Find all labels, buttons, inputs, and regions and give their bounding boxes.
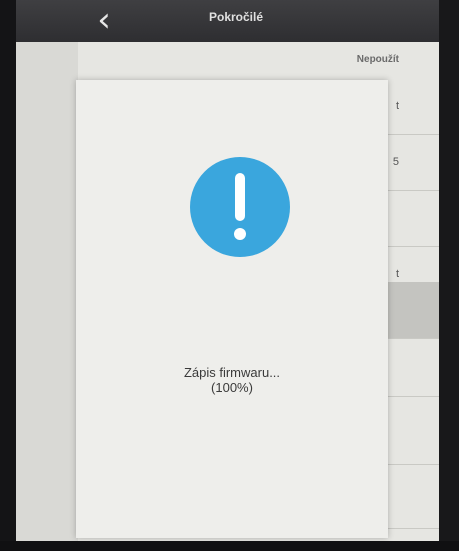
device-bezel-left <box>0 0 16 551</box>
setting-value-top: Nepoužít <box>356 54 399 65</box>
progress-message: Zápis firmwaru... (100%) <box>76 365 388 395</box>
chevron-left-icon: ‹ <box>97 0 111 40</box>
progress-percent-text: (100%) <box>211 380 253 395</box>
device-bezel-bottom <box>0 541 459 551</box>
top-bar: ‹ Pokročilé <box>16 0 439 42</box>
firmware-progress-dialog: Zápis firmwaru... (100%) <box>76 80 388 538</box>
exclamation-circle-icon <box>190 157 290 257</box>
exclamation-dot <box>234 228 246 240</box>
exclamation-bar <box>235 173 245 221</box>
progress-message-text: Zápis firmwaru... <box>183 365 281 380</box>
device-bezel-right <box>439 0 459 551</box>
list-item-value: t <box>395 268 399 280</box>
page-title: Pokročilé <box>208 10 264 24</box>
list-item-value: 5 <box>392 156 399 168</box>
list-item-value: t <box>395 100 399 112</box>
back-button[interactable]: ‹ <box>86 2 122 40</box>
